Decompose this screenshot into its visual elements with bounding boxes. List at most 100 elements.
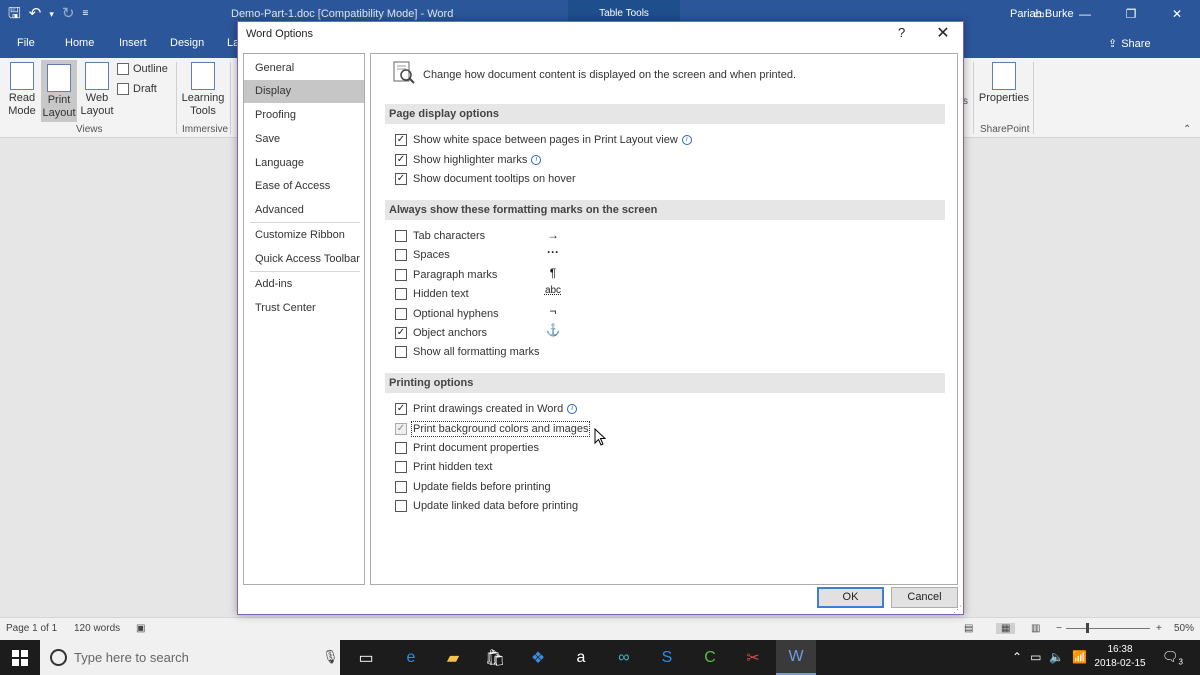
network-icon[interactable]: 📶 — [1072, 650, 1087, 664]
share-button[interactable]: ⇪ Share — [1108, 37, 1151, 50]
taskbar-search-box[interactable]: Type here to search 🎙 — [40, 640, 340, 675]
checkbox-checked[interactable]: ✓ — [395, 154, 407, 166]
ribbon-display-options-icon[interactable]: ▭ — [1016, 0, 1062, 30]
option-show-tooltips[interactable]: ✓ Show document tooltips on hover — [395, 170, 576, 188]
resize-grip-icon[interactable]: ⋰ — [953, 604, 962, 615]
amazon-icon[interactable]: a — [561, 640, 601, 675]
close-window-icon[interactable]: ✕ — [1154, 0, 1200, 30]
store-icon[interactable]: 🛍 — [475, 640, 515, 675]
word-count[interactable]: 120 words — [74, 623, 120, 634]
taskbar-clock[interactable]: 16:38 2018-02-15 — [1092, 643, 1148, 671]
page-count[interactable]: Page 1 of 1 — [6, 623, 57, 634]
close-dialog-button[interactable]: ✕ — [933, 23, 953, 43]
tab-insert[interactable]: Insert — [119, 37, 147, 49]
option-hidden-text[interactable]: Hidden text — [395, 285, 469, 303]
checkbox-checked[interactable]: ✓ — [395, 403, 407, 415]
checkbox-checked[interactable]: ✓ — [395, 423, 407, 435]
minimize-icon[interactable]: — — [1062, 0, 1108, 30]
option-show-all-formatting-marks[interactable]: Show all formatting marks — [395, 343, 540, 361]
nav-item-add-ins[interactable]: Add-ins — [244, 273, 364, 296]
option-update-fields[interactable]: Update fields before printing — [395, 478, 551, 496]
customize-qat-icon[interactable]: ≡ — [82, 5, 88, 23]
collapse-ribbon-icon[interactable]: ⌃ — [1183, 124, 1191, 135]
nav-item-quick-access-toolbar[interactable]: Quick Access Toolbar — [244, 248, 364, 271]
volume-icon[interactable]: 🔈 — [1049, 650, 1064, 664]
infinity-app-icon[interactable]: ∞ — [604, 640, 644, 675]
checkbox-unchecked[interactable] — [395, 230, 407, 242]
learning-tools-button[interactable]: Learning Tools — [180, 62, 226, 122]
nav-item-customize-ribbon[interactable]: Customize Ribbon — [244, 224, 364, 247]
read-mode-view-icon[interactable]: ▤ — [964, 623, 973, 634]
start-button[interactable] — [0, 640, 40, 675]
option-print-drawings[interactable]: ✓ Print drawings created in Word i — [395, 400, 578, 418]
checkbox-unchecked[interactable] — [395, 442, 407, 454]
dropbox-icon[interactable]: ❖ — [518, 640, 558, 675]
print-layout-button[interactable]: Print Layout — [41, 60, 77, 122]
checkbox-unchecked[interactable] — [395, 269, 407, 281]
file-explorer-icon[interactable]: ▰ — [433, 640, 473, 675]
option-object-anchors[interactable]: ✓ Object anchors — [395, 324, 487, 342]
web-layout-view-icon[interactable]: ▥ — [1031, 623, 1040, 634]
nav-item-ease-of-access[interactable]: Ease of Access — [244, 175, 364, 198]
nav-item-save[interactable]: Save — [244, 128, 364, 151]
read-mode-button[interactable]: Read Mode — [4, 62, 40, 122]
snipping-tool-icon[interactable]: ✂ — [733, 640, 773, 675]
option-show-highlighter[interactable]: ✓ Show highlighter marks i — [395, 151, 542, 169]
undo-dropdown-icon[interactable]: ▾ — [49, 5, 54, 23]
help-button[interactable]: ? — [898, 25, 905, 40]
option-print-hidden-text[interactable]: Print hidden text — [395, 458, 493, 476]
save-icon[interactable]: 🖫 — [8, 5, 21, 23]
checkbox-unchecked[interactable] — [395, 308, 407, 320]
proofing-icon[interactable]: ▣ — [136, 623, 145, 634]
edge-icon[interactable]: e — [391, 640, 431, 675]
properties-button[interactable]: Properties — [978, 62, 1030, 122]
zoom-out-icon[interactable]: − — [1056, 623, 1062, 634]
tab-home[interactable]: Home — [65, 37, 94, 49]
option-print-background[interactable]: ✓ Print background colors and images — [395, 420, 591, 438]
zoom-in-icon[interactable]: + — [1156, 623, 1162, 634]
tab-file[interactable]: File — [17, 37, 35, 49]
zoom-slider[interactable] — [1066, 628, 1150, 629]
battery-icon[interactable]: ▭ — [1030, 650, 1041, 664]
checkbox-checked[interactable]: ✓ — [395, 327, 407, 339]
checkbox-checked[interactable]: ✓ — [395, 134, 407, 146]
option-paragraph-marks[interactable]: Paragraph marks — [395, 266, 497, 284]
microphone-icon[interactable]: 🎙 — [322, 649, 339, 665]
restore-icon[interactable]: ❐ — [1108, 0, 1154, 30]
option-optional-hyphens[interactable]: Optional hyphens — [395, 305, 499, 323]
nav-item-advanced[interactable]: Advanced — [244, 199, 364, 222]
ok-button[interactable]: OK — [817, 587, 884, 608]
zoom-slider-thumb[interactable] — [1086, 623, 1089, 633]
cancel-button[interactable]: Cancel — [891, 587, 958, 608]
option-tab-characters[interactable]: Tab characters — [395, 227, 485, 245]
task-view-icon[interactable]: ▭ — [346, 640, 386, 675]
camtasia-icon[interactable]: C — [690, 640, 730, 675]
show-hidden-icons-icon[interactable]: ⌃ — [1012, 650, 1022, 664]
checkbox-checked[interactable]: ✓ — [395, 173, 407, 185]
word-taskbar-icon[interactable]: W — [776, 640, 816, 675]
nav-item-trust-center[interactable]: Trust Center — [244, 297, 364, 320]
option-show-white-space[interactable]: ✓ Show white space between pages in Prin… — [395, 131, 692, 149]
checkbox-unchecked[interactable] — [395, 500, 407, 512]
tab-design[interactable]: Design — [170, 37, 204, 49]
checkbox-unchecked[interactable] — [395, 288, 407, 300]
nav-item-display[interactable]: Display — [244, 80, 364, 103]
nav-item-general[interactable]: General — [244, 57, 364, 80]
action-center-icon[interactable]: 🗨3 — [1162, 649, 1183, 667]
option-update-linked-data[interactable]: Update linked data before printing — [395, 497, 578, 515]
option-print-document-properties[interactable]: Print document properties — [395, 439, 539, 457]
outline-button[interactable]: Outline — [117, 63, 168, 75]
undo-icon[interactable]: ↶ — [29, 5, 42, 23]
nav-item-proofing[interactable]: Proofing — [244, 104, 364, 127]
checkbox-unchecked[interactable] — [395, 346, 407, 358]
option-spaces[interactable]: Spaces — [395, 246, 450, 264]
draft-button[interactable]: Draft — [117, 83, 157, 95]
redo-icon[interactable]: ↻ — [62, 5, 75, 23]
skype-icon[interactable]: S — [647, 640, 687, 675]
zoom-level[interactable]: 50% — [1174, 623, 1194, 634]
checkbox-unchecked[interactable] — [395, 481, 407, 493]
checkbox-unchecked[interactable] — [395, 249, 407, 261]
nav-item-language[interactable]: Language — [244, 152, 364, 175]
checkbox-unchecked[interactable] — [395, 461, 407, 473]
web-layout-button[interactable]: Web Layout — [79, 62, 115, 122]
